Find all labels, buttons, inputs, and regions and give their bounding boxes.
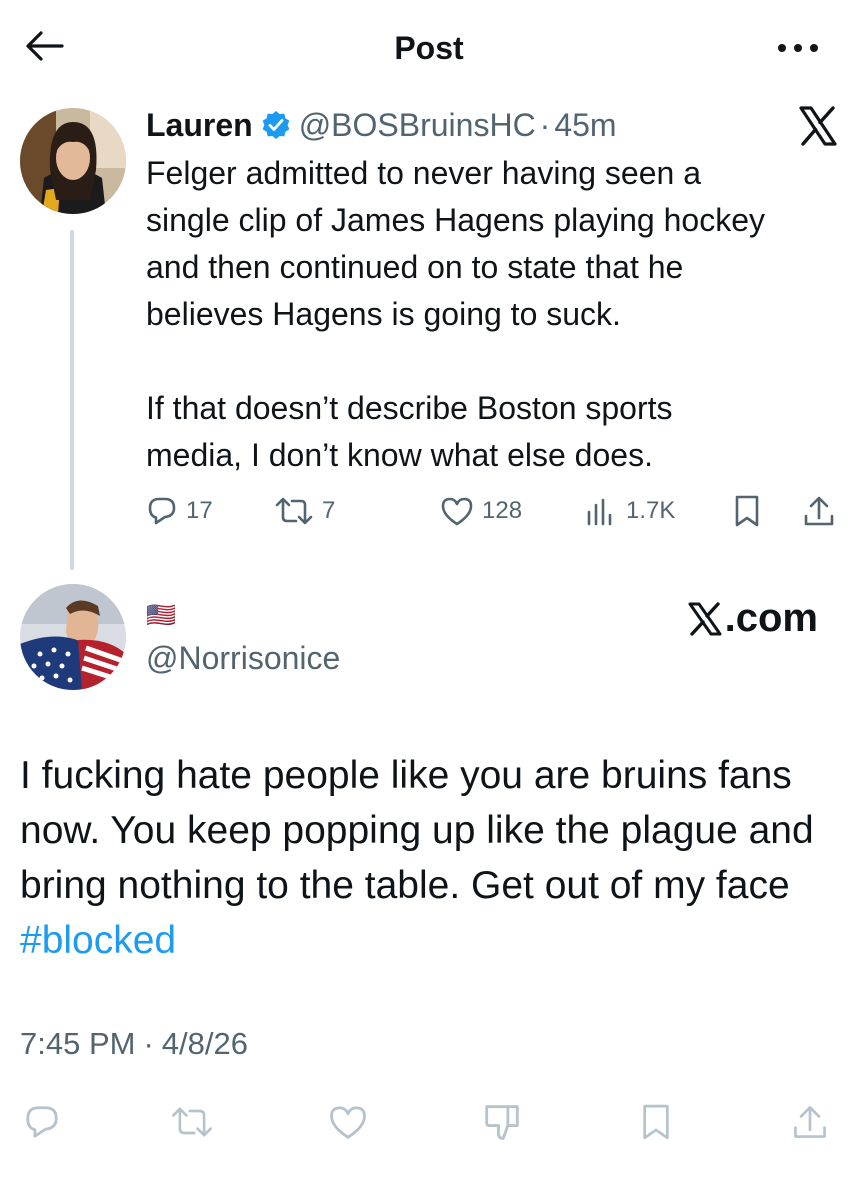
main-action-bar — [0, 1100, 858, 1150]
verified-badge-icon — [261, 110, 291, 140]
thread-connector-line — [70, 230, 74, 570]
repost-icon — [171, 1107, 213, 1137]
reply-paragraph: If that doesn’t describe Boston sports m… — [146, 390, 673, 473]
reply-like-button[interactable]: 128 — [440, 490, 522, 532]
reply-timestamp[interactable]: 45m — [554, 107, 616, 144]
x-logo-icon — [688, 601, 722, 636]
reply-author-handle[interactable]: @BOSBruinsHC — [299, 107, 536, 144]
reply-author-name[interactable]: Lauren — [146, 107, 253, 144]
post-date[interactable]: 4/8/26 — [162, 1026, 248, 1062]
avatar-lauren[interactable] — [20, 108, 126, 214]
main-share-button[interactable] — [788, 1100, 832, 1144]
reply-separator: · — [539, 106, 551, 143]
reply-repost-button[interactable]: 7 — [274, 490, 335, 532]
reply-count: 17 — [186, 497, 213, 524]
repost-icon — [275, 497, 313, 525]
dislike-icon — [485, 1105, 519, 1140]
views-count: 1.7K — [626, 497, 676, 524]
views-icon — [587, 498, 612, 526]
post-timestamp: 7:45 PM · 4/8/26 — [20, 1026, 248, 1062]
reply-icon — [26, 1106, 58, 1138]
reply-share-button[interactable] — [802, 490, 836, 532]
reply-body: Felger admitted to never having seen a s… — [146, 150, 846, 479]
bookmark-icon — [735, 495, 759, 527]
avatar-norrisonice[interactable] — [20, 584, 126, 690]
like-icon — [441, 497, 473, 526]
x-com-watermark: .com — [687, 596, 818, 641]
page-title: Post — [394, 30, 464, 66]
reply-action-bar: 17 7 128 1.7K — [146, 490, 842, 532]
reply-icon — [148, 497, 176, 525]
more-icon — [778, 44, 818, 52]
reply-author-row: Lauren @BOSBruinsHC · 45m — [146, 104, 617, 146]
reply-views-button[interactable]: 1.7K — [584, 490, 675, 532]
main-reply-button[interactable] — [20, 1100, 64, 1144]
like-count: 128 — [482, 497, 523, 524]
share-icon — [804, 496, 834, 526]
repost-count: 7 — [322, 497, 336, 524]
reply-reply-button[interactable]: 17 — [146, 490, 213, 532]
x-logo-icon — [796, 104, 840, 148]
main-tweet-text: I fucking hate people like you are bruin… — [20, 754, 814, 907]
main-repost-button[interactable] — [170, 1100, 214, 1144]
top-bar: Post — [0, 0, 858, 92]
bookmark-icon — [643, 1104, 669, 1140]
main-tweet-body: I fucking hate people like you are bruin… — [20, 748, 840, 968]
main-dislike-button[interactable] — [480, 1100, 524, 1144]
timestamp-separator: · — [143, 1026, 154, 1061]
main-author-handle[interactable]: @Norrisonice — [146, 640, 340, 677]
share-icon — [794, 1106, 826, 1138]
reply-paragraph: Felger admitted to never having seen a s… — [146, 155, 765, 332]
like-icon — [330, 1106, 366, 1139]
flag-emoji: 🇺🇸 — [146, 602, 176, 629]
more-button[interactable] — [774, 30, 822, 66]
post-time[interactable]: 7:45 PM — [20, 1026, 135, 1062]
watermark-text: .com — [724, 596, 818, 640]
reply-bookmark-button[interactable] — [732, 490, 762, 532]
hashtag-link[interactable]: #blocked — [20, 919, 176, 962]
main-like-button[interactable] — [326, 1100, 370, 1144]
main-bookmark-button[interactable] — [634, 1100, 678, 1144]
